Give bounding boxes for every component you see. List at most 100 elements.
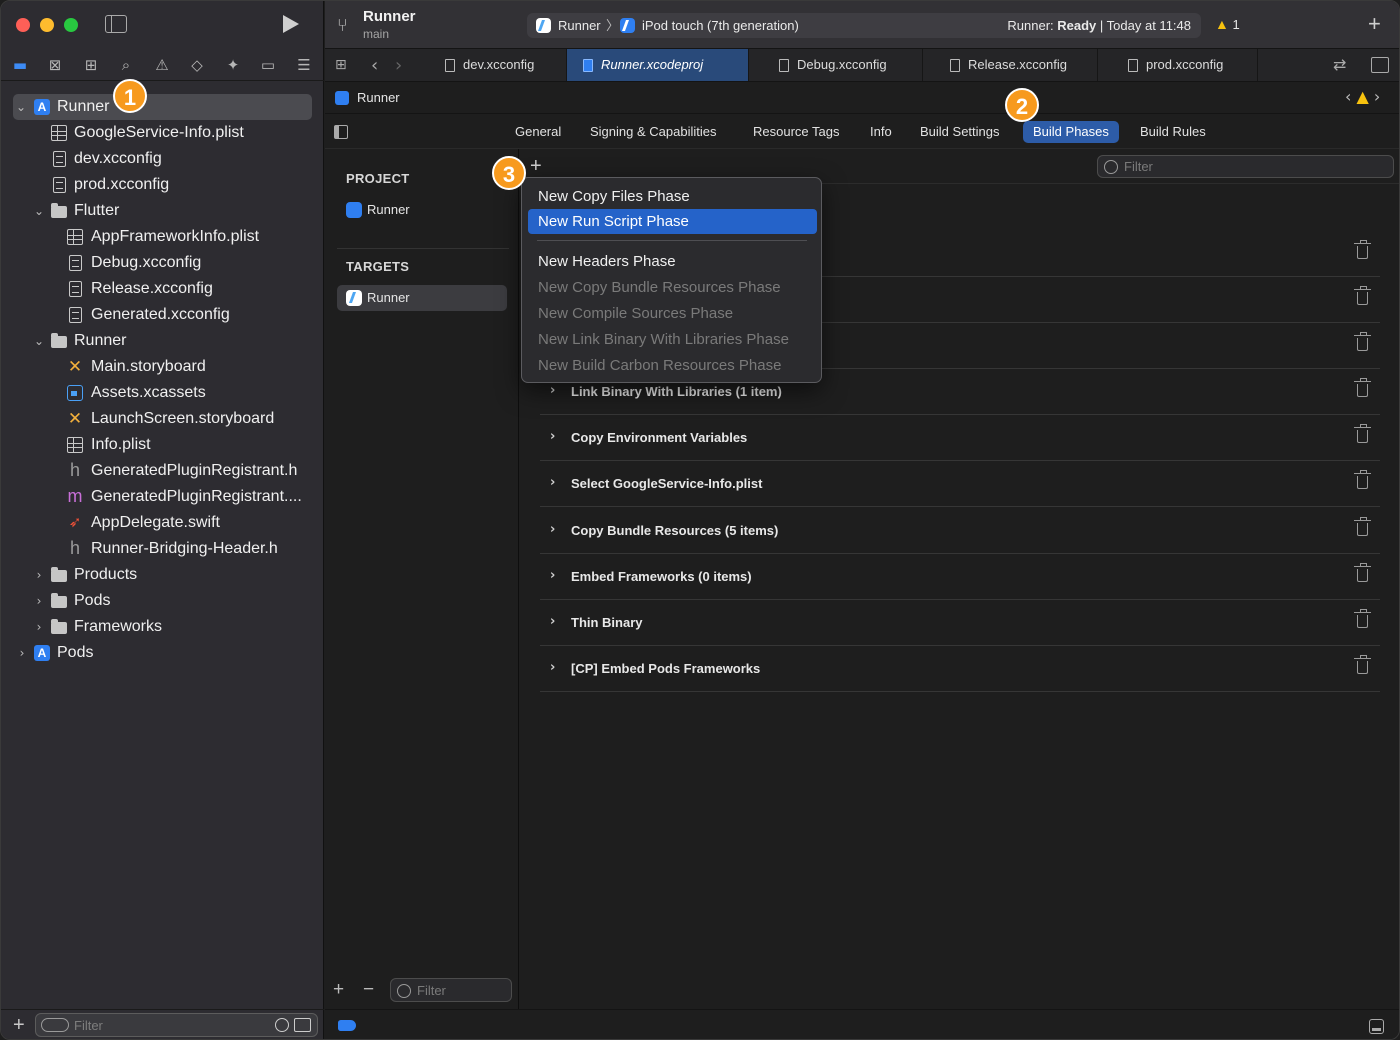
trash-icon[interactable] <box>1354 517 1371 536</box>
chevron-right-icon[interactable]: › <box>550 383 555 398</box>
tab-debug-xcconfig[interactable]: Debug.xcconfig <box>763 49 923 81</box>
chevron-right-icon[interactable]: › <box>550 568 555 583</box>
chevron-right-icon[interactable]: › <box>550 660 555 675</box>
build-phase-row[interactable]: › Copy Environment Variables <box>540 415 1380 461</box>
tree-item-runner-project[interactable]: ⌄ Runner <box>13 94 312 120</box>
tab-signing-capabilities[interactable]: Signing & Capabilities <box>580 121 726 143</box>
issue-navigator-icon[interactable]: ⚠ <box>153 56 171 74</box>
chevron-right-icon[interactable]: › <box>33 588 45 614</box>
step-badge-2: 2 <box>1005 88 1039 122</box>
tab-info[interactable]: Info <box>860 121 902 143</box>
add-target-button[interactable]: + <box>333 979 344 1001</box>
menu-item-new-copy-files-phase[interactable]: New Copy Files Phase <box>528 184 817 209</box>
tree-item-label: GeneratedPluginRegistrant.h <box>91 462 298 479</box>
trash-icon[interactable] <box>1354 563 1371 582</box>
plist-icon <box>67 437 83 453</box>
menu-item-new-headers-phase[interactable]: New Headers Phase <box>528 249 817 274</box>
trash-icon[interactable] <box>1354 609 1371 628</box>
trash-icon[interactable] <box>1354 332 1371 351</box>
window-toolbar: ⑂ Runner main Runner 〉 iPod touch (7th g… <box>325 1 1399 49</box>
symbol-navigator-icon[interactable]: ⊞ <box>82 56 100 74</box>
library-add-button[interactable]: + <box>1368 11 1381 37</box>
build-phase-row[interactable]: › Copy Bundle Resources (5 items) <box>540 508 1380 554</box>
menu-item-new-run-script-phase[interactable]: New Run Script Phase <box>528 209 817 234</box>
trash-icon[interactable] <box>1354 655 1371 674</box>
destination-selector[interactable]: iPod touch (7th generation) <box>642 13 799 38</box>
recent-files-icon[interactable] <box>275 1018 289 1032</box>
trash-icon[interactable] <box>1354 470 1371 489</box>
test-navigator-icon[interactable]: ◇ <box>188 56 206 74</box>
chevron-right-icon[interactable]: › <box>550 429 555 444</box>
tab-dev-xcconfig[interactable]: dev.xcconfig <box>429 49 567 81</box>
project-list-toggle-icon[interactable] <box>334 125 348 139</box>
tab-prod-xcconfig[interactable]: prod.xcconfig <box>1112 49 1258 81</box>
branch-name[interactable]: main <box>363 27 389 41</box>
branch-icon: ⑂ <box>337 15 348 36</box>
issue-navigation[interactable]: ‹ ▲ › <box>1345 87 1380 106</box>
tab-release-xcconfig[interactable]: Release.xcconfig <box>934 49 1098 81</box>
debug-navigator-icon[interactable]: ✦ <box>224 56 242 74</box>
sidebar-toggle-icon[interactable] <box>105 15 127 33</box>
tab-resource-tags[interactable]: Resource Tags <box>743 121 849 143</box>
related-items-icon[interactable]: ⊞ <box>335 57 351 73</box>
build-phases-filter-field[interactable]: Filter <box>1097 155 1394 178</box>
build-phase-row[interactable]: › [CP] Embed Pods Frameworks <box>540 646 1380 692</box>
chevron-down-icon[interactable]: ⌄ <box>33 328 45 354</box>
project-item-runner[interactable]: Runner <box>337 197 507 223</box>
chevron-right-icon[interactable]: › <box>16 640 28 666</box>
chevron-right-icon[interactable]: › <box>550 614 555 629</box>
tab-build-rules[interactable]: Build Rules <box>1130 121 1216 143</box>
tab-general[interactable]: General <box>505 121 571 143</box>
targets-filter-field[interactable]: Filter <box>390 978 512 1002</box>
forward-arrow-icon[interactable]: › <box>395 55 402 76</box>
jump-bar-item[interactable]: Runner <box>357 90 400 105</box>
debug-area-toggle-icon[interactable] <box>1369 1019 1384 1034</box>
plist-icon <box>51 125 67 141</box>
xcode-window: ▬ ⊠ ⊞ ⌕ ⚠ ◇ ✦ ▭ ☰ ⌄ Runner GoogleService… <box>0 0 1400 1040</box>
remove-target-button[interactable]: − <box>363 979 374 1001</box>
tree-item-label: Info.plist <box>91 436 151 453</box>
chevron-down-icon[interactable]: ⌄ <box>15 94 27 120</box>
back-arrow-icon[interactable]: ‹ <box>371 55 378 76</box>
chevron-right-icon[interactable]: › <box>33 614 45 640</box>
zoom-window-button[interactable] <box>64 18 78 32</box>
add-editor-icon[interactable] <box>1371 57 1389 73</box>
tab-build-phases[interactable]: Build Phases <box>1023 121 1119 143</box>
asset-catalog-icon <box>67 385 83 401</box>
chevron-down-icon[interactable]: ⌄ <box>33 198 45 224</box>
breakpoint-navigator-icon[interactable]: ▭ <box>259 56 277 74</box>
minimize-window-button[interactable] <box>40 18 54 32</box>
trash-icon[interactable] <box>1354 378 1371 397</box>
breakpoints-toggle-icon[interactable] <box>338 1020 356 1031</box>
chevron-right-icon[interactable]: › <box>550 522 555 537</box>
navigator-filter-field[interactable]: Filter <box>35 1013 318 1037</box>
run-button[interactable] <box>283 15 299 33</box>
target-item-label: Runner <box>367 290 410 305</box>
tab-runner-xcodeproj[interactable]: Runner.xcodeproj <box>567 49 749 81</box>
build-phase-row[interactable]: › Thin Binary <box>540 600 1380 646</box>
source-control-icon[interactable]: ⊠ <box>46 56 64 74</box>
tab-build-settings[interactable]: Build Settings <box>910 121 1010 143</box>
scheme-selector[interactable]: Runner <box>558 13 601 38</box>
chevron-right-icon[interactable]: › <box>33 562 45 588</box>
add-build-phase-menu: New Copy Files Phase New Run Script Phas… <box>521 177 822 383</box>
section-divider <box>337 248 509 249</box>
trash-icon[interactable] <box>1354 286 1371 305</box>
folder-icon[interactable]: ▬ <box>11 56 29 74</box>
warnings-indicator[interactable]: ▲ 1 <box>1215 16 1240 32</box>
tree-item-label: prod.xcconfig <box>74 176 170 193</box>
search-icon[interactable]: ⌕ <box>117 56 135 74</box>
chevron-right-icon[interactable]: › <box>550 475 555 490</box>
report-navigator-icon[interactable]: ☰ <box>295 56 313 74</box>
trash-icon[interactable] <box>1354 424 1371 443</box>
add-file-button[interactable]: + <box>13 1014 25 1037</box>
target-item-runner[interactable]: Runner <box>337 285 507 311</box>
close-window-button[interactable] <box>16 18 30 32</box>
source-control-filter-icon[interactable] <box>294 1018 311 1032</box>
build-phase-row[interactable]: › Select GoogleService-Info.plist <box>540 461 1380 507</box>
build-phase-row[interactable]: › Embed Frameworks (0 items) <box>540 554 1380 600</box>
add-build-phase-button[interactable]: + <box>530 155 542 178</box>
swap-arrows-icon[interactable]: ⇄ <box>1333 55 1346 74</box>
filter-options-icon[interactable] <box>41 1018 69 1032</box>
trash-icon[interactable] <box>1354 240 1371 259</box>
